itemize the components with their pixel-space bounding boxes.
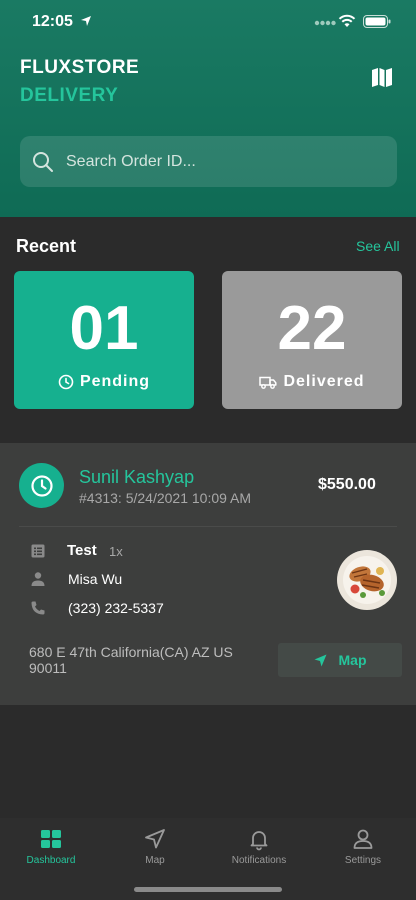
delivered-count: 22 xyxy=(277,294,347,363)
clock-icon xyxy=(30,474,53,497)
pending-card[interactable]: 01 Pending xyxy=(14,271,194,409)
delivered-label: Delivered xyxy=(283,373,365,390)
truck-icon xyxy=(259,376,278,389)
order-total: $550.00 xyxy=(318,476,376,493)
tab-notifications-label: Notifications xyxy=(231,855,287,866)
signal-icon xyxy=(314,20,336,26)
item-quantity: 1x xyxy=(109,544,123,559)
tab-settings[interactable]: Settings xyxy=(323,827,403,866)
item-name: Test xyxy=(67,542,97,559)
home-indicator[interactable] xyxy=(134,887,282,892)
status-bar: 12:05 xyxy=(0,0,416,46)
status-time: 12:05 xyxy=(32,13,73,30)
brand-title: FLUXSTORE xyxy=(20,57,140,78)
food-thumbnail xyxy=(337,550,397,610)
map-button-label: Map xyxy=(338,652,367,668)
pending-label: Pending xyxy=(79,373,151,390)
phone-number[interactable]: (323) 232-5337 xyxy=(68,600,164,616)
open-map-button[interactable]: Map xyxy=(278,643,402,677)
navigation-arrow-icon xyxy=(314,654,326,666)
order-status-avatar xyxy=(19,463,64,508)
tab-dashboard[interactable]: Dashboard xyxy=(11,827,91,866)
pending-count: 01 xyxy=(69,294,139,363)
delivery-address: 680 E 47th California(CA) AZ US 90011 xyxy=(29,644,233,676)
tab-map[interactable]: Map xyxy=(115,827,195,866)
user-icon xyxy=(353,829,373,849)
receiver-name: Misa Wu xyxy=(68,571,123,587)
list-icon xyxy=(31,544,45,558)
tab-notifications[interactable]: Notifications xyxy=(219,827,299,866)
search-icon xyxy=(33,152,53,172)
order-card[interactable]: Sunil Kashyap #4313: 5/24/2021 10:09 AM … xyxy=(0,443,416,705)
tab-map-label: Map xyxy=(145,855,165,866)
battery-icon xyxy=(363,15,391,28)
dashboard-icon xyxy=(41,830,61,848)
delivered-card[interactable]: 22 Delivered xyxy=(222,271,402,409)
tab-settings-label: Settings xyxy=(344,855,382,866)
map-icon[interactable] xyxy=(370,65,394,89)
customer-name[interactable]: Sunil Kashyap xyxy=(79,467,194,488)
location-arrow-icon xyxy=(81,16,91,26)
person-icon xyxy=(31,572,45,586)
bell-icon xyxy=(250,831,268,851)
brand-subtitle: DELIVERY xyxy=(20,85,119,106)
see-all-link[interactable]: See All xyxy=(356,238,400,254)
tab-dashboard-label: Dashboard xyxy=(26,855,76,866)
search-bar xyxy=(20,136,397,187)
app-header: 12:05 FLUXSTORE DELIVERY xyxy=(0,0,416,217)
search-input[interactable] xyxy=(66,136,386,187)
order-meta: #4313: 5/24/2021 10:09 AM xyxy=(79,490,252,506)
clock-icon xyxy=(58,374,74,390)
navigation-icon xyxy=(145,829,165,849)
wifi-icon xyxy=(338,14,356,27)
phone-icon xyxy=(31,601,45,615)
divider xyxy=(19,526,397,527)
recent-heading: Recent xyxy=(16,236,77,256)
